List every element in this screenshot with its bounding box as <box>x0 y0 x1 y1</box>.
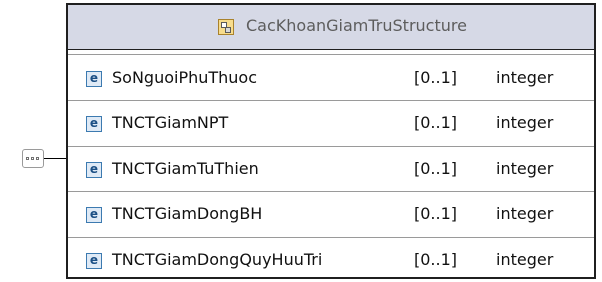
element-type: integer <box>496 68 554 87</box>
row-separator <box>68 146 594 147</box>
element-icon: e <box>86 207 102 223</box>
element-row-songuoiphuthuoc[interactable]: e SoNguoiPhuThuoc [0..1] integer <box>68 59 594 99</box>
element-icon: e <box>86 162 102 178</box>
element-type: integer <box>496 159 554 178</box>
element-name: TNCTGiamTuThien <box>112 159 259 178</box>
element-name: TNCTGiamDongQuyHuuTri <box>112 250 323 269</box>
complex-type-name: CacKhoanGiamTruStructure <box>246 16 467 35</box>
element-row-tnctgiamnpt[interactable]: e TNCTGiamNPT [0..1] integer <box>68 104 594 144</box>
sequence-compositor-icon <box>26 157 41 161</box>
element-occurrence: [0..1] <box>414 204 458 223</box>
element-name: SoNguoiPhuThuoc <box>112 68 258 87</box>
element-row-tnctgiamdongbh[interactable]: e TNCTGiamDongBH [0..1] integer <box>68 195 594 235</box>
element-icon: e <box>86 71 102 87</box>
compositor-connector <box>44 158 68 159</box>
element-occurrence: [0..1] <box>414 68 458 87</box>
element-row-tnctgiamdongquyhuutri[interactable]: e TNCTGiamDongQuyHuuTri [0..1] integer <box>68 241 594 281</box>
element-row-tnctgiamtuthien[interactable]: e TNCTGiamTuThien [0..1] integer <box>68 150 594 190</box>
element-name: TNCTGiamNPT <box>112 113 229 132</box>
complex-type-box[interactable]: CacKhoanGiamTruStructure e SoNguoiPhuThu… <box>66 3 596 279</box>
row-separator <box>68 237 594 238</box>
element-occurrence: [0..1] <box>414 113 458 132</box>
element-icon: e <box>86 253 102 269</box>
element-name: TNCTGiamDongBH <box>112 204 263 223</box>
element-occurrence: [0..1] <box>414 250 458 269</box>
row-separator <box>68 100 594 101</box>
complex-type-icon <box>218 19 234 35</box>
element-type: integer <box>496 113 554 132</box>
sequence-compositor[interactable] <box>22 149 44 168</box>
complex-type-header[interactable]: CacKhoanGiamTruStructure <box>68 5 594 50</box>
element-type: integer <box>496 204 554 223</box>
row-separator <box>68 191 594 192</box>
element-type: integer <box>496 250 554 269</box>
row-separator <box>68 54 594 55</box>
element-occurrence: [0..1] <box>414 159 458 178</box>
element-icon: e <box>86 116 102 132</box>
